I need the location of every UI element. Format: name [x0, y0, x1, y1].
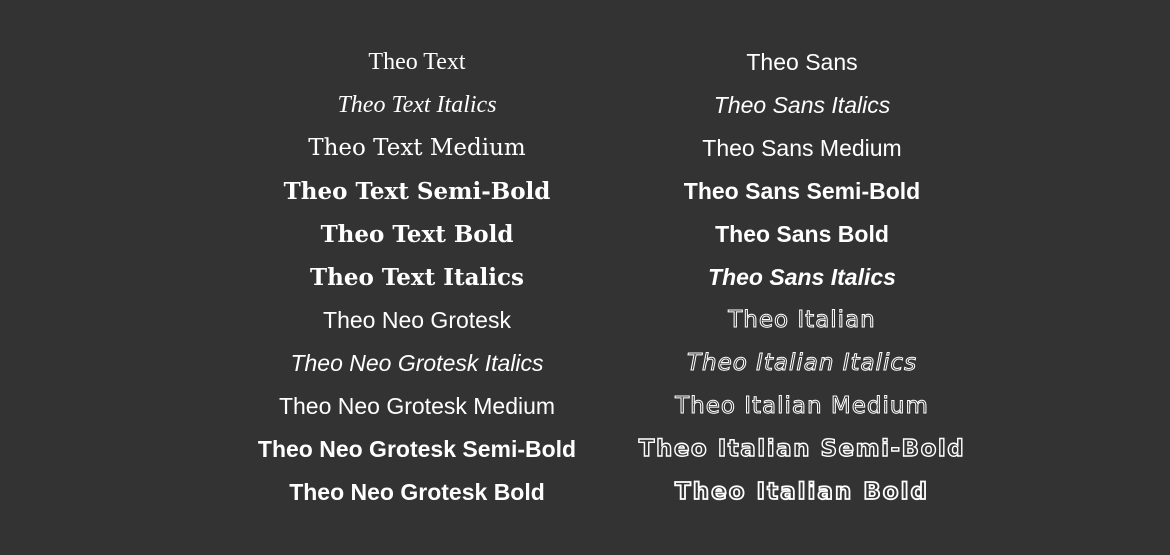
- font-sample-theo-sans-bold-italics: Theo Sans Italics: [708, 264, 896, 290]
- font-sample-theo-sans-semi-bold: Theo Sans Semi-Bold: [683, 178, 921, 204]
- font-list-right: Theo Sans Theo Sans Italics Theo Sans Me…: [562, 41, 1042, 514]
- font-sample-theo-sans-bold: Theo Sans Bold: [715, 221, 889, 247]
- font-sample-theo-sans-italics: Theo Sans Italics: [713, 92, 891, 118]
- font-sample-theo-sans: Theo Sans: [746, 49, 858, 75]
- font-sample-theo-italian-semi-bold: Theo Italian Semi-Bold: [638, 435, 966, 462]
- font-sample-theo-italian-bold: Theo Italian Bold: [674, 478, 929, 506]
- font-sample-theo-sans-medium: Theo Sans Medium: [702, 135, 902, 161]
- font-sample-theo-italian-italics: Theo Italian Italics: [686, 350, 918, 377]
- font-sample-theo-italian: Theo Italian: [728, 307, 876, 334]
- font-sample-theo-italian-medium: Theo Italian Medium: [675, 393, 929, 420]
